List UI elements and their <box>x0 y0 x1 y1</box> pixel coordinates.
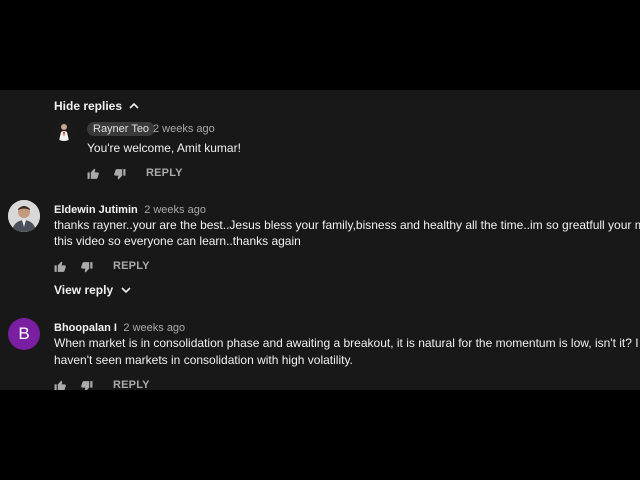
view-reply-button[interactable]: View reply <box>54 281 131 299</box>
comment-text-line: this video so everyone can learn..thanks… <box>54 234 301 248</box>
comment-timestamp[interactable]: 2 weeks ago <box>123 322 185 334</box>
comment-timestamp[interactable]: 2 weeks ago <box>144 204 206 216</box>
chevron-up-icon <box>129 102 140 109</box>
reply-author-chip[interactable]: Rayner Teo <box>87 122 156 136</box>
reply-text: You're welcome, Amit kumar! <box>87 141 241 155</box>
comment-header: Eldewin Jutimin 2 weeks ago <box>54 200 206 218</box>
thumbs-down-icon[interactable] <box>113 168 126 181</box>
view-reply-label: View reply <box>54 283 114 297</box>
reply-button[interactable]: REPLY <box>113 379 150 390</box>
reply-button[interactable]: REPLY <box>146 167 183 179</box>
comment-text-line: thanks rayner..your are the best..Jesus … <box>54 218 640 232</box>
thumbs-up-icon[interactable] <box>54 379 67 390</box>
thumbs-up-icon[interactable] <box>87 167 100 180</box>
comments-panel: Hide replies Rayner Teo 2 weeks ago You'… <box>0 90 640 390</box>
bhoopalan-avatar[interactable]: B <box>8 318 40 350</box>
chevron-down-icon <box>121 287 131 294</box>
hide-replies-button[interactable]: Hide replies <box>54 97 140 115</box>
rayner-avatar[interactable] <box>54 121 74 141</box>
comment-author[interactable]: Eldewin Jutimin <box>54 204 138 216</box>
eldewin-avatar[interactable] <box>8 200 40 232</box>
reply-button[interactable]: REPLY <box>113 260 150 272</box>
comment-text-line: When market is in consolidation phase an… <box>54 336 639 350</box>
comment-text-line: haven't seen markets in consolidation wi… <box>54 353 353 367</box>
thumbs-up-icon[interactable] <box>54 260 67 273</box>
comment-header: Bhoopalan I 2 weeks ago <box>54 318 185 336</box>
reply-timestamp[interactable]: 2 weeks ago <box>153 123 215 135</box>
comment-author[interactable]: Bhoopalan I <box>54 322 117 334</box>
avatar-letter: B <box>18 324 30 343</box>
thumbs-down-icon[interactable] <box>80 261 93 274</box>
hide-replies-label: Hide replies <box>54 99 123 113</box>
reply-author: Rayner Teo <box>93 123 150 135</box>
thumbs-down-icon[interactable] <box>80 380 93 390</box>
